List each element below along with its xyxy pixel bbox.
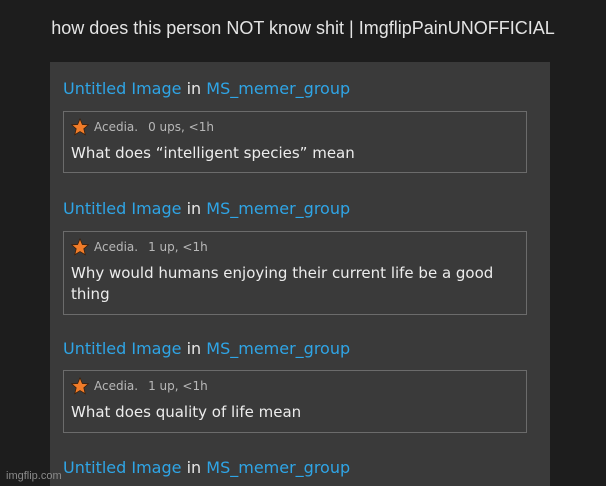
comment-header: Acedia. 1 up, <1h — [71, 238, 518, 256]
meme-canvas: how does this person NOT know shit | Img… — [0, 0, 606, 486]
comment-text: What does quality of life mean — [71, 403, 302, 421]
image-link[interactable]: Untitled Image — [63, 458, 181, 477]
username-link[interactable]: Acedia. — [94, 379, 138, 393]
comment-meta: 0 ups, <1h — [148, 120, 214, 134]
comment-card: Acedia. 0 ups, <1h What does “intelligen… — [63, 111, 527, 173]
comment-text: What does “intelligent species” mean — [71, 144, 355, 162]
imgflip-watermark: imgflip.com — [6, 470, 62, 482]
comment-header: Acedia. 0 ups, <1h — [71, 118, 518, 136]
username-link[interactable]: Acedia. — [94, 120, 138, 134]
image-link[interactable]: Untitled Image — [63, 339, 181, 358]
group-link[interactable]: MS_memer_group — [206, 458, 350, 477]
image-link[interactable]: Untitled Image — [63, 79, 181, 98]
comments-panel: Untitled Image in MS_memer_group Acedia.… — [50, 62, 550, 486]
group-link[interactable]: MS_memer_group — [206, 339, 350, 358]
entry-header: Untitled Image in MS_memer_group — [63, 79, 350, 98]
comment-header: Acedia. 1 up, <1h — [71, 377, 518, 395]
in-label: in — [186, 339, 202, 358]
star-icon — [71, 118, 89, 136]
comment-card: Acedia. 1 up, <1h What does quality of l… — [63, 370, 527, 433]
entry-header: Untitled Image in MS_memer_group — [63, 199, 350, 218]
comment-meta: 1 up, <1h — [148, 379, 208, 393]
comment-text: Why would humans enjoying their current … — [71, 264, 494, 303]
comment-meta: 1 up, <1h — [148, 240, 208, 254]
in-label: in — [186, 79, 202, 98]
entry-header: Untitled Image in MS_memer_group — [63, 458, 350, 477]
star-icon — [71, 238, 89, 256]
meme-title: how does this person NOT know shit | Img… — [51, 18, 555, 38]
comment-card: Acedia. 1 up, <1h Why would humans enjoy… — [63, 231, 527, 315]
star-icon — [71, 377, 89, 395]
username-link[interactable]: Acedia. — [94, 240, 138, 254]
group-link[interactable]: MS_memer_group — [206, 79, 350, 98]
image-link[interactable]: Untitled Image — [63, 199, 181, 218]
entry-header: Untitled Image in MS_memer_group — [63, 339, 350, 358]
in-label: in — [186, 199, 202, 218]
group-link[interactable]: MS_memer_group — [206, 199, 350, 218]
in-label: in — [186, 458, 202, 477]
